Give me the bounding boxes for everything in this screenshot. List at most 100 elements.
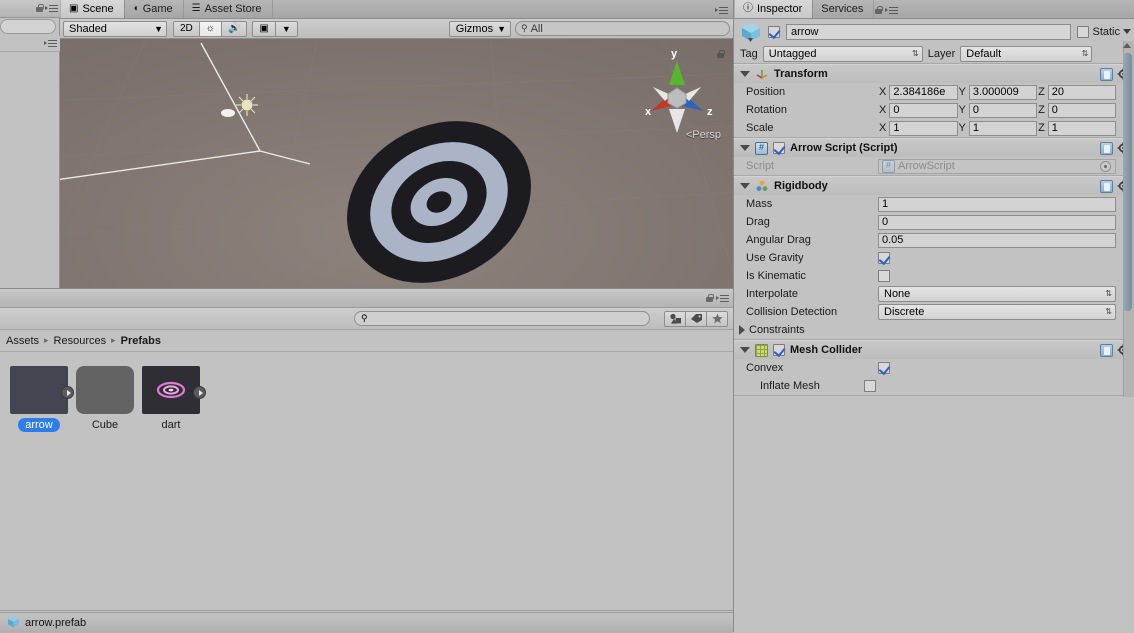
label-filter-icon[interactable] [685, 310, 707, 327]
scale-x-input[interactable]: 1 [889, 120, 958, 136]
component-title: Mesh Collider [790, 344, 863, 356]
asset-item-arrow[interactable]: arrow [10, 366, 74, 432]
property-label: Interpolate [746, 288, 798, 300]
component-header[interactable]: Transform [734, 64, 1134, 83]
draw-mode-dropdown[interactable]: Shaded ▼ [63, 20, 167, 37]
gizmo-x-label: x [645, 106, 652, 118]
script-object-field[interactable]: ArrowScript [878, 158, 1116, 174]
axis-y-label: Y [958, 86, 966, 98]
project-toolbar: ⚲ [0, 308, 733, 330]
gizmo-z-label: z [707, 106, 713, 118]
foldout-arrow-icon[interactable] [740, 145, 750, 151]
position-y-input[interactable]: 3.000009 [968, 84, 1038, 100]
chevron-down-icon: ▼ [497, 23, 506, 34]
project-search-input[interactable]: ⚲ [354, 311, 650, 326]
hierarchy-tabbar [0, 0, 60, 18]
hamburger-menu-icon[interactable] [716, 294, 729, 303]
hamburger-menu-icon[interactable] [44, 39, 57, 48]
tab-inspector-label: Inspector [757, 3, 803, 15]
star-filter-icon[interactable] [706, 310, 728, 327]
asset-label: arrow [18, 418, 60, 432]
collision-detection-dropdown[interactable]: Discrete ⇅ [878, 304, 1116, 320]
breadcrumb-item-assets[interactable]: Assets [6, 335, 39, 347]
is-kinematic-checkbox[interactable] [878, 270, 890, 282]
inspector-scrollbar[interactable] [1123, 41, 1134, 397]
asset-item-cube[interactable]: Cube [76, 366, 134, 432]
image-icon: ▣ [259, 23, 269, 34]
scene-viewport[interactable]: y x z <Persp [60, 39, 733, 288]
position-x-input[interactable]: 2.384186e [889, 84, 958, 100]
tab-inspector[interactable]: ⓘ Inspector [734, 0, 814, 18]
gameobject-enabled-checkbox[interactable] [768, 25, 780, 38]
component-enabled-checkbox[interactable] [773, 344, 785, 356]
perspective-label-wrap[interactable]: <Persp [686, 129, 721, 141]
toggle-2d-button[interactable]: 2D [173, 20, 200, 37]
drag-input[interactable]: 0 [878, 214, 1116, 230]
shapes-filter-icon[interactable] [664, 310, 686, 327]
tab-asset-store[interactable]: ☰ Asset Store [184, 0, 273, 18]
property-row-constraints[interactable]: Constraints [734, 321, 1134, 339]
object-picker-icon[interactable] [1100, 160, 1111, 172]
script-icon [882, 159, 895, 173]
rotation-z-input[interactable]: 0 [1047, 102, 1116, 118]
scale-z-input[interactable]: 1 [1047, 120, 1116, 136]
scroll-up-arrow-icon[interactable] [1123, 43, 1131, 48]
lock-icon[interactable] [874, 6, 883, 15]
scene-small-object [221, 109, 235, 117]
inspector-panel: ⓘ Inspector Services arrow Static Tag Un… [733, 0, 1134, 632]
position-z-input[interactable]: 20 [1047, 84, 1116, 100]
tag-dropdown[interactable]: Untagged ⇅ [762, 45, 923, 62]
tab-game[interactable]: ◖ Game [125, 0, 184, 18]
scene-search-input[interactable]: ⚲ All [515, 21, 730, 36]
scale-y-input[interactable]: 1 [968, 120, 1038, 136]
help-icon[interactable] [1100, 67, 1113, 81]
layer-dropdown[interactable]: Default ⇅ [960, 45, 1093, 62]
effects-dropdown-button[interactable]: ▼ [274, 20, 298, 37]
component-enabled-checkbox[interactable] [773, 142, 785, 154]
rotation-x-input[interactable]: 0 [889, 102, 958, 118]
hamburger-menu-icon[interactable] [885, 6, 899, 15]
hamburger-menu-icon[interactable] [715, 6, 728, 15]
tag-value: Untagged [768, 47, 817, 60]
component-header[interactable]: Mesh Collider [734, 340, 1134, 359]
inflate-mesh-checkbox[interactable] [864, 380, 876, 392]
lock-icon[interactable] [35, 4, 44, 13]
inspector-scrollbar-thumb[interactable] [1123, 53, 1132, 311]
tab-services[interactable]: Services [813, 0, 875, 18]
interpolate-dropdown[interactable]: None ⇅ [878, 286, 1116, 302]
grid-icon: ▣ [69, 3, 79, 14]
toggle-audio-button[interactable]: 🔊 [220, 20, 248, 37]
help-icon[interactable] [1100, 343, 1113, 357]
interpolate-value: None [884, 288, 911, 300]
sun-icon: ☼ [205, 23, 215, 34]
angular-drag-input[interactable]: 0.05 [878, 232, 1116, 248]
foldout-arrow-icon[interactable] [740, 183, 750, 189]
use-gravity-checkbox[interactable] [878, 252, 890, 264]
rotation-y-input[interactable]: 0 [968, 102, 1038, 118]
chevron-down-icon[interactable] [1123, 29, 1131, 34]
breadcrumb-item-prefabs[interactable]: Prefabs [121, 335, 161, 347]
property-row-is-kinematic: Is Kinematic [734, 267, 1134, 285]
hierarchy-search-input[interactable] [0, 19, 56, 34]
tab-scene[interactable]: ▣ Scene [60, 0, 125, 18]
foldout-arrow-icon[interactable] [740, 347, 750, 353]
help-icon[interactable] [1100, 179, 1113, 193]
toggle-effects-button[interactable]: ▣ [252, 20, 276, 37]
foldout-arrow-icon[interactable] [740, 71, 750, 77]
mass-input[interactable]: 1 [878, 196, 1116, 212]
convex-checkbox[interactable] [878, 362, 890, 374]
help-icon[interactable] [1100, 141, 1113, 155]
gizmos-dropdown[interactable]: Gizmos ▼ [448, 20, 511, 37]
toggle-lighting-button[interactable]: ☼ [198, 20, 222, 37]
lock-icon[interactable] [705, 293, 714, 303]
hamburger-menu-icon[interactable] [45, 4, 58, 13]
component-header[interactable]: Rigidbody [734, 176, 1134, 195]
axis-y-label: Y [958, 104, 966, 116]
breadcrumb-item-resources[interactable]: Resources [54, 335, 107, 347]
rotation-z-value: 0 [1051, 104, 1058, 116]
gameobject-name-input[interactable]: arrow [786, 23, 1072, 40]
static-checkbox[interactable] [1077, 25, 1090, 38]
asset-item-dart[interactable]: dart [142, 366, 206, 432]
component-header[interactable]: Arrow Script (Script) [734, 138, 1134, 157]
foldout-arrow-icon[interactable] [739, 325, 745, 335]
